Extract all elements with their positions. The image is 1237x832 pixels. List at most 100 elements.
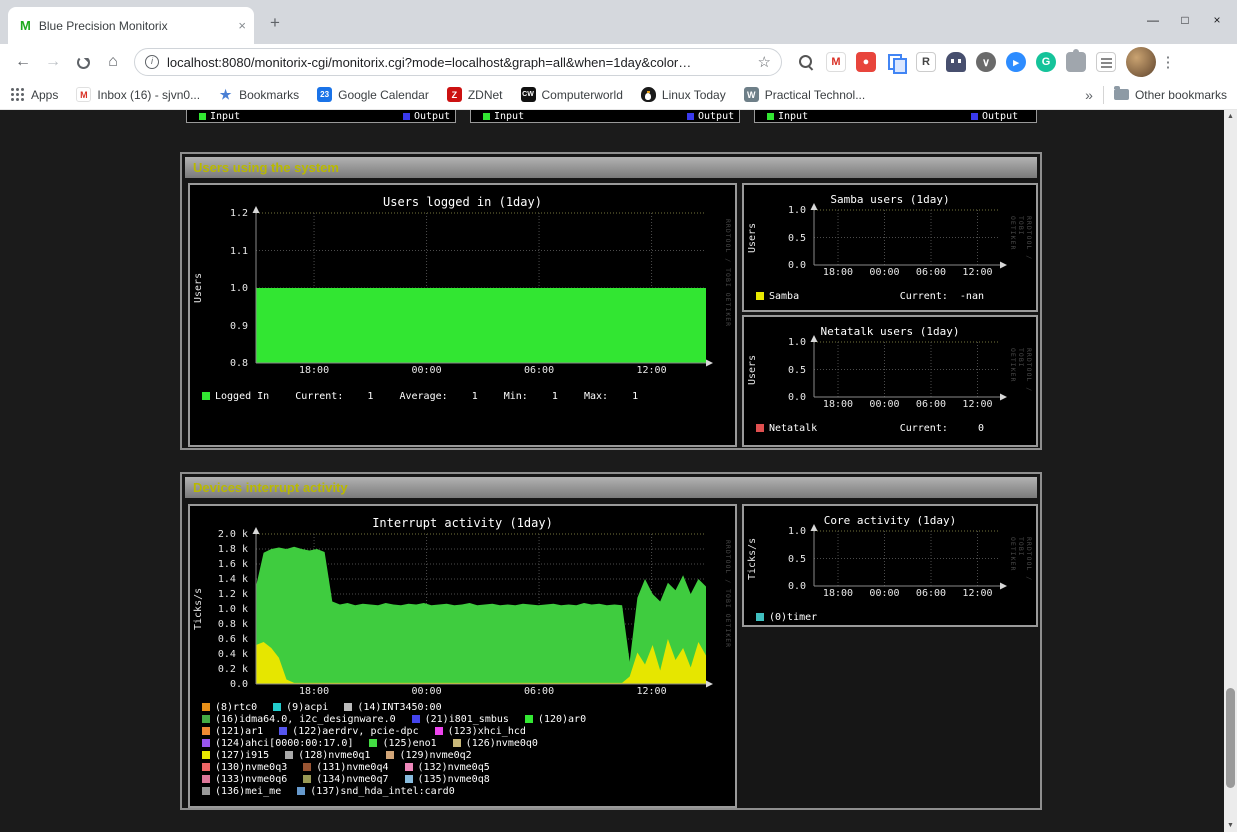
back-button[interactable]: ← [8, 47, 38, 77]
bookmark-label: Linux Today [662, 88, 726, 102]
browser-window: M Blue Precision Monitorix × + — □ × ← →… [0, 0, 1237, 832]
x-tick-label: 00:00 [864, 399, 904, 410]
bookmark-item[interactable]: MInbox (16) - sjvn0... [76, 87, 200, 102]
window-close-button[interactable]: × [1201, 6, 1233, 34]
chart-legend: NetatalkCurrent: 0 [756, 422, 1028, 434]
interrupts-section-header: Devices interrupt activity [185, 477, 1037, 498]
users-logged-in-graph: Users logged in (1day)Users0.80.91.01.11… [188, 183, 737, 447]
home-button[interactable]: ⌂ [98, 47, 128, 77]
users-section-header: Users using the system [185, 157, 1037, 178]
pocket-extension-icon[interactable]: ∨ [976, 52, 996, 72]
legend-swatch [756, 613, 764, 621]
x-tick-label: 18:00 [818, 588, 858, 599]
legend-label: Min: 1 [504, 391, 558, 402]
url-text[interactable]: localhost:8080/monitorix-cgi/monitorix.c… [167, 55, 750, 70]
window-maximize-button[interactable]: □ [1169, 6, 1201, 34]
gmail-favicon-icon: M [76, 87, 91, 102]
bookmark-item[interactable]: CWComputerworld [521, 87, 623, 102]
forward-button[interactable]: → [38, 47, 68, 77]
rrdtool-credit: RRDTOOL / TOBI OETIKER [1009, 348, 1033, 397]
io-legend: InputOutput [755, 110, 1036, 122]
bookmark-item[interactable]: Linux Today [641, 87, 726, 102]
legend-swatch [202, 763, 210, 771]
reload-button[interactable] [68, 47, 98, 77]
bookmark-item[interactable]: WPractical Technol... [744, 87, 866, 102]
legend-label: (16)idma64.0, i2c_designware.0 [215, 714, 396, 725]
legend-swatch [369, 739, 377, 747]
y-tick-label: 0.5 [744, 366, 806, 375]
other-bookmarks-label: Other bookmarks [1135, 88, 1227, 102]
zoom-extension-icon[interactable]: ▸ [1006, 52, 1026, 72]
x-tick-label: 18:00 [294, 686, 334, 697]
legend-item: Max: 1 [584, 391, 638, 402]
bookmarks-separator [1103, 86, 1104, 104]
pin-extension-icon[interactable]: ● [856, 52, 876, 72]
chrome-menu-icon[interactable]: ⋮ [1156, 53, 1180, 71]
interrupt-activity-graph: Interrupt activity (1day)Ticks/s0.00.2 k… [188, 504, 737, 808]
legend-item: Netatalk [756, 423, 817, 434]
bookmark-item[interactable]: Apps [10, 87, 58, 102]
y-tick-label: 0.8 k [190, 620, 248, 629]
io-legend: InputOutput [471, 110, 739, 122]
y-tick-label: 1.0 [744, 527, 806, 536]
monitorix-page: InputOutputInputOutputInputOutput Users … [0, 110, 1224, 832]
window-minimize-button[interactable]: — [1137, 6, 1169, 34]
legend-label: (136)mei_me [215, 786, 281, 797]
chart-body: Users0.00.51.0RRDTOOL / TOBI OETIKER [744, 210, 1036, 265]
bookmark-item[interactable]: ★Bookmarks [218, 87, 299, 102]
bookmark-star-icon[interactable]: ☆ [758, 53, 771, 71]
legend-swatch [687, 113, 694, 120]
apps-grid-favicon-icon [10, 87, 25, 102]
search-extension-icon[interactable] [796, 52, 816, 72]
page-scrollbar[interactable]: ▲ ▼ [1224, 110, 1237, 832]
legend-label: Max: 1 [584, 391, 638, 402]
active-tab[interactable]: M Blue Precision Monitorix × [8, 7, 254, 44]
legend-swatch [297, 787, 305, 795]
scrollbar-thumb[interactable] [1226, 688, 1235, 788]
chart-title: Users logged in (1day) [190, 195, 735, 209]
grammarly-extension-icon[interactable]: G [1036, 52, 1056, 72]
legend-row: (124)ahci[0000:00:17.0](125)eno1(126)nvm… [202, 737, 727, 749]
legend-label: Current: 1 [295, 391, 373, 402]
legend-swatch [756, 292, 764, 300]
address-bar[interactable]: i localhost:8080/monitorix-cgi/monitorix… [134, 48, 782, 76]
chart-body: Users0.00.51.0RRDTOOL / TOBI OETIKER [744, 342, 1036, 397]
x-tick-label: 00:00 [864, 267, 904, 278]
other-bookmarks[interactable]: Other bookmarks [1114, 88, 1227, 102]
ghostery-extension-icon[interactable] [946, 52, 966, 72]
chart-body: Ticks/s0.00.51.0RRDTOOL / TOBI OETIKER [744, 531, 1036, 586]
tab-close-icon[interactable]: × [238, 18, 246, 33]
extensions-puzzle-icon[interactable] [1066, 52, 1086, 72]
y-tick-label: 0.2 k [190, 665, 248, 674]
gmail-extension-icon[interactable]: M [826, 52, 846, 72]
legend-item: (132)nvme0q5 [405, 762, 490, 773]
legend-item: (122)aerdrv, pcie-dpc [279, 726, 418, 737]
chart-plot-area [814, 342, 1000, 397]
y-tick-label: 1.2 k [190, 590, 248, 599]
partial-graph-panel: InputOutput [754, 110, 1037, 123]
legend-label: (127)i915 [215, 750, 269, 761]
legend-label: (123)xhci_hcd [448, 726, 526, 737]
legend-swatch [767, 113, 774, 120]
users-section: Users using the system Users logged in (… [180, 152, 1042, 450]
profile-avatar[interactable] [1126, 47, 1156, 77]
bookmark-label: Apps [31, 88, 58, 102]
legend-item: (121)ar1 [202, 726, 263, 737]
bookmark-item[interactable]: ZZDNet [447, 87, 503, 102]
extensions-row: M ● R ∨ ▸ G [796, 52, 1116, 72]
bookmark-item[interactable]: 23Google Calendar [317, 87, 429, 102]
bookmarks-list: Apps MInbox (16) - sjvn0... ★Bookmarks 23Go… [10, 87, 865, 102]
legend-item: (14)INT3450:00 [344, 702, 441, 713]
scroll-down-arrow[interactable]: ▼ [1224, 819, 1237, 832]
scroll-up-arrow[interactable]: ▲ [1224, 110, 1237, 123]
legend-swatch [303, 763, 311, 771]
playlist-extension-icon[interactable] [1096, 52, 1116, 72]
bookmarks-overflow-chevron[interactable]: » [1085, 87, 1093, 103]
reader-extension-icon[interactable]: R [916, 52, 936, 72]
legend-item: (130)nvme0q3 [202, 762, 287, 773]
copy-pages-extension-icon[interactable] [886, 52, 906, 72]
page-info-icon[interactable]: i [145, 55, 159, 69]
chart-x-ticks: 18:0000:0006:0012:00 [744, 397, 1036, 410]
new-tab-button[interactable]: + [264, 12, 286, 34]
x-tick-label: 00:00 [864, 588, 904, 599]
